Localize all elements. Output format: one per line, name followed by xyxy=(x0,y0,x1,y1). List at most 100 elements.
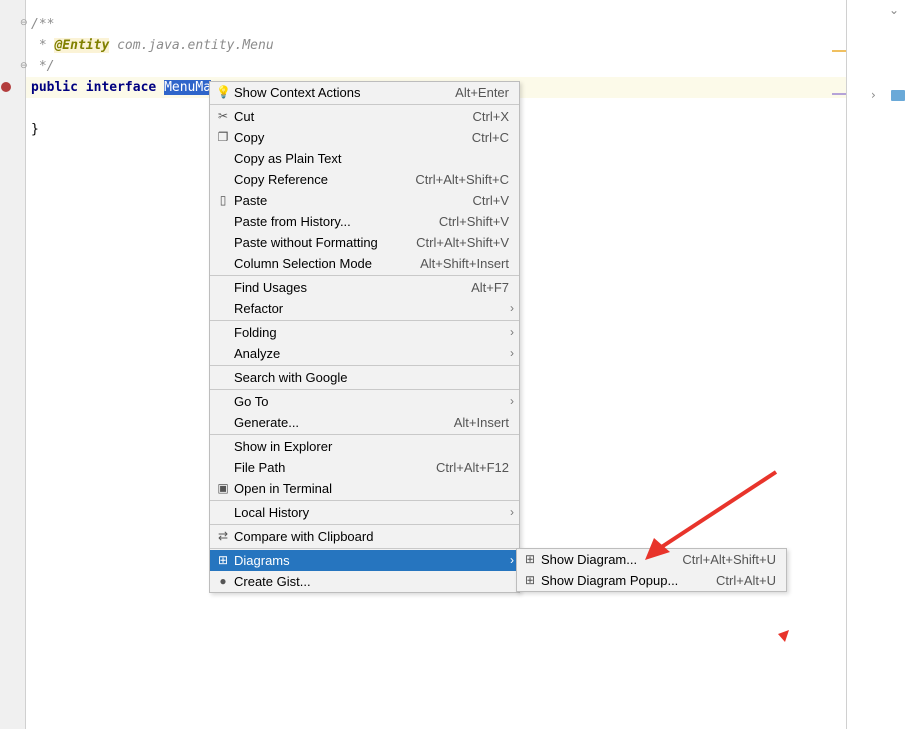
menu-item-label: Diagrams xyxy=(234,553,290,568)
menu-item-label: Paste without Formatting xyxy=(234,235,378,250)
chevron-right-icon[interactable]: › xyxy=(871,88,876,102)
menu-item-shortcut: Ctrl+Alt+U xyxy=(716,573,776,588)
menu-item-paste-from-history[interactable]: Paste from History... Ctrl+Shift+V xyxy=(210,211,519,232)
menu-item-compare-with-clipboard[interactable]: ⇄ Compare with Clipboard xyxy=(210,526,519,547)
menu-item-label: Local History xyxy=(234,505,310,520)
menu-item-shortcut: Ctrl+C xyxy=(471,130,509,145)
code-line: public interface MenuMa xyxy=(31,77,212,98)
code-token: * xyxy=(31,38,55,53)
scissors-icon: ✂ xyxy=(217,109,229,123)
code-token: } xyxy=(31,122,39,137)
menu-item-create-gist[interactable]: ● Create Gist... xyxy=(210,571,519,592)
menu-item-refactor[interactable]: Refactor › xyxy=(210,298,519,319)
menu-item-shortcut: Ctrl+Alt+Shift+V xyxy=(416,235,509,250)
menu-item-label: Refactor xyxy=(234,301,284,316)
menu-item-label: Show Context Actions xyxy=(234,85,361,100)
menu-item-shortcut: Alt+Enter xyxy=(455,85,509,100)
menu-item-column-selection-mode[interactable]: Column Selection Mode Alt+Shift+Insert xyxy=(210,253,519,274)
menu-item-paste[interactable]: ▯ Paste Ctrl+V xyxy=(210,190,519,211)
project-panel: ⌄ › xyxy=(846,0,911,729)
bean-icon[interactable] xyxy=(1,82,11,92)
menu-item-label: Analyze xyxy=(234,346,281,361)
menu-separator xyxy=(210,389,519,390)
menu-separator xyxy=(210,524,519,525)
menu-item-copy-as-plain-text[interactable]: Copy as Plain Text xyxy=(210,148,519,169)
submenu-arrow-icon: › xyxy=(510,505,514,519)
context-menu: 💡 Show Context Actions Alt+Enter ✂ Cut Ctrl+X… xyxy=(209,81,520,593)
menu-separator xyxy=(210,500,519,501)
menu-separator xyxy=(210,365,519,366)
folder-icon[interactable] xyxy=(891,90,905,101)
menu-separator xyxy=(210,548,519,549)
menu-item-label: Generate... xyxy=(234,415,300,430)
menu-item-copy[interactable]: ❐ Copy Ctrl+C xyxy=(210,127,519,148)
menu-item-show-context-actions[interactable]: 💡 Show Context Actions Alt+Enter xyxy=(210,82,519,103)
menu-item-file-path[interactable]: File Path Ctrl+Alt+F12 xyxy=(210,457,519,478)
menu-item-label: Cut xyxy=(234,109,255,124)
clipboard-icon: ▯ xyxy=(219,193,227,207)
menu-item-cut[interactable]: ✂ Cut Ctrl+X xyxy=(210,106,519,127)
menu-item-shortcut: Alt+F7 xyxy=(471,280,509,295)
copy-icon: ❐ xyxy=(217,130,229,144)
menu-separator xyxy=(210,320,519,321)
diagrams-submenu: ⊞ Show Diagram... Ctrl+Alt+Shift+U ⊞ Show Di… xyxy=(516,548,787,592)
submenu-arrow-icon: › xyxy=(510,553,514,567)
menu-item-diagrams[interactable]: ⊞ Diagrams › xyxy=(210,550,519,571)
submenu-arrow-icon: › xyxy=(510,346,514,360)
menu-item-go-to[interactable]: Go To › xyxy=(210,391,519,412)
chevron-down-icon[interactable]: ⌄ xyxy=(889,3,899,17)
code-token: @Entity xyxy=(54,38,110,53)
menu-item-local-history[interactable]: Local History › xyxy=(210,502,519,523)
editor-gutter: ⊖ ⊖ xyxy=(0,0,28,729)
menu-item-show-diagram[interactable]: ⊞ Show Diagram... Ctrl+Alt+Shift+U xyxy=(517,549,786,570)
menu-item-label: File Path xyxy=(234,460,286,475)
submenu-arrow-icon: › xyxy=(510,394,514,408)
menu-item-shortcut: Alt+Insert xyxy=(453,415,509,430)
menu-item-shortcut: Ctrl+V xyxy=(472,193,509,208)
menu-item-label: Copy xyxy=(234,130,265,145)
compare-icon: ⇄ xyxy=(217,529,229,543)
submenu-arrow-icon: › xyxy=(510,325,514,339)
bulb-icon: 💡 xyxy=(216,85,231,99)
menu-item-label: Paste xyxy=(234,193,268,208)
menu-item-paste-without-formatting[interactable]: Paste without Formatting Ctrl+Alt+Shift+V xyxy=(210,232,519,253)
menu-item-label: Create Gist... xyxy=(234,574,311,589)
menu-item-label: Column Selection Mode xyxy=(234,256,373,271)
menu-item-label: Find Usages xyxy=(234,280,307,295)
code-token: public interface xyxy=(31,80,165,95)
menu-item-copy-reference[interactable]: Copy Reference Ctrl+Alt+Shift+C xyxy=(210,169,519,190)
diagram-icon: ⊞ xyxy=(524,573,536,587)
menu-item-show-in-explorer[interactable]: Show in Explorer xyxy=(210,436,519,457)
menu-item-analyze[interactable]: Analyze › xyxy=(210,343,519,364)
code-line: /** xyxy=(31,14,54,35)
menu-item-label: Go To xyxy=(234,394,269,409)
menu-item-label: Show in Explorer xyxy=(234,439,333,454)
menu-item-generate[interactable]: Generate... Alt+Insert xyxy=(210,412,519,433)
menu-item-shortcut: Ctrl+Shift+V xyxy=(438,214,509,229)
terminal-icon: ▣ xyxy=(217,481,229,495)
error-stripe-marker[interactable] xyxy=(832,50,846,52)
menu-item-show-diagram-popup[interactable]: ⊞ Show Diagram Popup... Ctrl+Alt+U xyxy=(517,570,786,591)
menu-item-open-in-terminal[interactable]: ▣ Open in Terminal xyxy=(210,478,519,499)
menu-item-shortcut: Ctrl+X xyxy=(472,109,509,124)
menu-item-folding[interactable]: Folding › xyxy=(210,322,519,343)
error-stripe-marker[interactable] xyxy=(832,93,846,95)
code-token: com.java.entity.Menu xyxy=(109,38,274,53)
diagram-icon: ⊞ xyxy=(524,552,536,566)
menu-item-label: Paste from History... xyxy=(234,214,351,229)
menu-item-search-with-google[interactable]: Search with Google xyxy=(210,367,519,388)
code-line: */ xyxy=(31,56,55,77)
diagram-icon: ⊞ xyxy=(217,553,229,567)
menu-item-label: Compare with Clipboard xyxy=(234,529,374,544)
menu-item-shortcut: Ctrl+Alt+Shift+U xyxy=(682,552,776,567)
menu-item-shortcut: Ctrl+Alt+F12 xyxy=(436,460,509,475)
github-icon: ● xyxy=(219,574,227,588)
menu-separator xyxy=(210,275,519,276)
code-line: } xyxy=(31,119,39,140)
menu-item-label: Copy Reference xyxy=(234,172,328,187)
menu-item-find-usages[interactable]: Find Usages Alt+F7 xyxy=(210,277,519,298)
submenu-arrow-icon: › xyxy=(510,301,514,315)
menu-separator xyxy=(210,104,519,105)
menu-item-label: Folding xyxy=(234,325,277,340)
menu-item-label: Show Diagram... xyxy=(541,552,638,567)
